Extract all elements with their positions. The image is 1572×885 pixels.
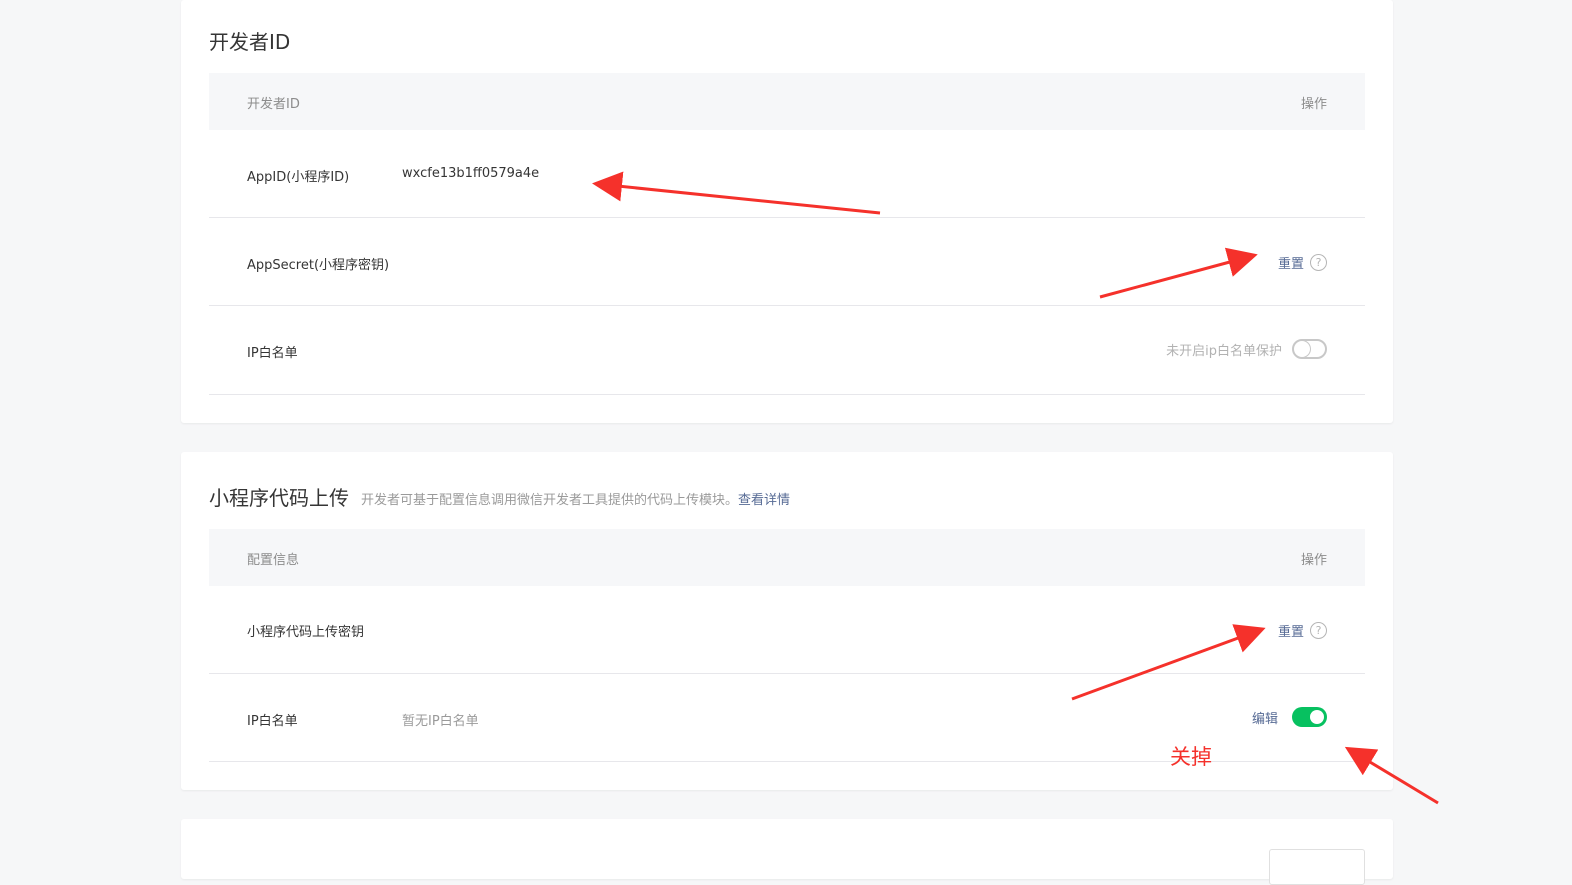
- ip-whitelist-label: IP白名单: [247, 346, 298, 361]
- appsecret-actions: 重置 ?: [1278, 253, 1327, 272]
- partial-action-button[interactable]: [1269, 849, 1365, 885]
- help-icon[interactable]: ?: [1310, 622, 1327, 639]
- upload-ip-whitelist-value: 暂无IP白名单: [402, 714, 479, 729]
- table-row-ip-whitelist: IP白名单 未开启ip白名单保护: [209, 306, 1365, 395]
- upload-ip-edit-link[interactable]: 编辑: [1252, 708, 1278, 727]
- annotation-close-it: 关掉: [1170, 745, 1212, 769]
- upload-key-label: 小程序代码上传密钥: [247, 625, 365, 640]
- code-upload-table-header: 配置信息 操作: [209, 529, 1365, 586]
- upload-ip-whitelist-actions: 编辑: [1252, 707, 1327, 727]
- table-row-appid: AppID(小程序ID) wxcfe13b1ff0579a4e: [209, 130, 1365, 218]
- help-icon[interactable]: ?: [1310, 254, 1327, 271]
- view-details-link[interactable]: 查看详情: [738, 493, 790, 508]
- upload-key-actions: 重置 ?: [1278, 621, 1327, 640]
- next-section-card: [181, 819, 1393, 885]
- table-row-upload-key: 小程序代码上传密钥 重置 ?: [209, 586, 1365, 674]
- developer-id-card: 开发者ID 开发者ID 操作 AppID(小程序ID) wxcfe13b1ff0…: [181, 0, 1393, 423]
- ip-whitelist-actions: 未开启ip白名单保护: [1166, 339, 1327, 359]
- developer-id-title: 开发者ID: [209, 30, 291, 54]
- upload-key-reset-link[interactable]: 重置: [1278, 621, 1304, 640]
- header-actions: 操作: [1300, 97, 1327, 112]
- appsecret-reset-link[interactable]: 重置: [1278, 253, 1304, 272]
- appid-value: wxcfe13b1ff0579a4e: [402, 166, 540, 181]
- appid-label: AppID(小程序ID): [247, 170, 350, 185]
- upload-ip-whitelist-toggle[interactable]: [1292, 707, 1327, 727]
- upload-ip-whitelist-label: IP白名单: [247, 714, 298, 729]
- header-actions: 操作: [1300, 553, 1327, 568]
- header-developer-id: 开发者ID: [247, 97, 300, 112]
- code-upload-title: 小程序代码上传: [209, 486, 349, 510]
- table-row-appsecret: AppSecret(小程序密钥) 重置 ?: [209, 218, 1365, 306]
- code-upload-card: 小程序代码上传 开发者可基于配置信息调用微信开发者工具提供的代码上传模块。查看详…: [181, 452, 1393, 790]
- appsecret-label: AppSecret(小程序密钥): [247, 258, 390, 273]
- code-upload-description: 开发者可基于配置信息调用微信开发者工具提供的代码上传模块。查看详情: [361, 489, 790, 508]
- ip-whitelist-toggle[interactable]: [1292, 339, 1327, 359]
- header-config-info: 配置信息: [247, 553, 300, 568]
- code-upload-description-text: 开发者可基于配置信息调用微信开发者工具提供的代码上传模块。: [361, 493, 739, 508]
- developer-id-table-header: 开发者ID 操作: [209, 73, 1365, 130]
- ip-whitelist-status: 未开启ip白名单保护: [1166, 343, 1282, 359]
